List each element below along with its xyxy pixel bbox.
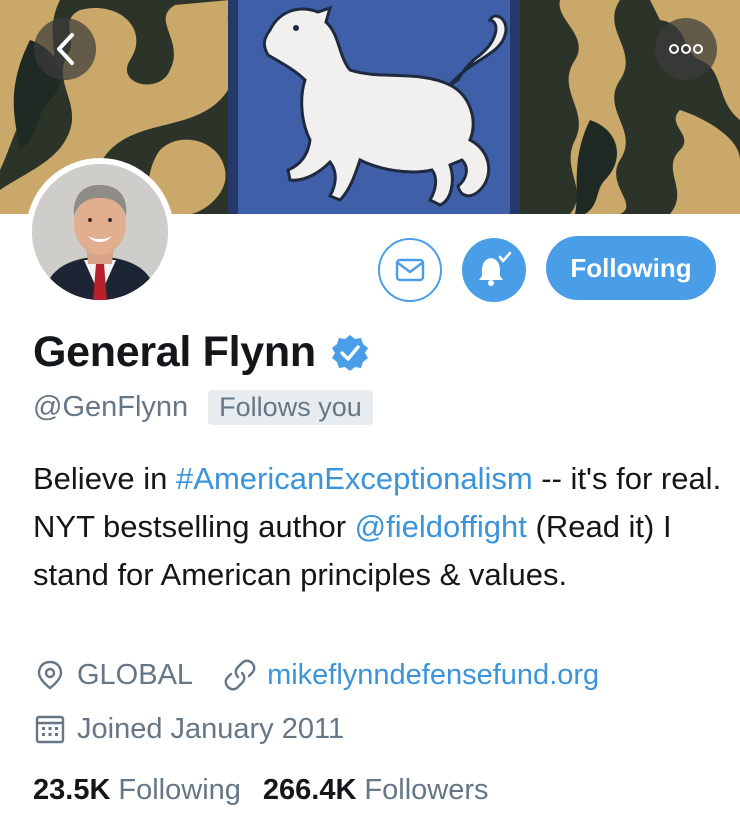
followers-count: 266.4K bbox=[262, 774, 357, 806]
joined-row: Joined January 2011 bbox=[33, 712, 344, 746]
handle-row: @GenFlynn Follows you bbox=[33, 390, 373, 425]
verified-badge-icon bbox=[331, 334, 368, 371]
bio-hashtag-link[interactable]: #AmericanExceptionalism bbox=[176, 461, 533, 496]
more-options-button[interactable] bbox=[655, 18, 717, 80]
back-button[interactable] bbox=[34, 18, 96, 80]
followers-label: Followers bbox=[364, 774, 489, 806]
profile-name: General Flynn bbox=[33, 328, 316, 376]
calendar-icon bbox=[33, 712, 67, 746]
avatar-photo bbox=[32, 164, 168, 300]
following-button[interactable]: Following bbox=[546, 236, 716, 300]
location-pin-icon bbox=[33, 658, 67, 692]
bio-text: Believe in bbox=[33, 461, 177, 496]
bio-mention-link[interactable]: @fieldoffight bbox=[355, 509, 527, 544]
link-icon bbox=[223, 658, 257, 692]
more-dots-icon bbox=[669, 44, 703, 54]
chevron-left-icon bbox=[57, 33, 74, 65]
follow-stats-row: 23.5K Following 266.4K Followers bbox=[33, 774, 489, 807]
envelope-icon bbox=[395, 258, 425, 282]
following-stat[interactable]: 23.5K Following bbox=[33, 774, 241, 807]
follows-you-badge: Follows you bbox=[208, 390, 373, 425]
joined-date-text: Joined January 2011 bbox=[77, 712, 345, 745]
website-link[interactable]: mikeflynndefensefund.org bbox=[267, 659, 599, 692]
location-text: GLOBAL bbox=[77, 658, 194, 691]
profile-avatar[interactable] bbox=[26, 158, 174, 306]
name-row: General Flynn bbox=[33, 328, 370, 377]
following-label: Following bbox=[118, 774, 241, 806]
profile-handle: @GenFlynn bbox=[33, 391, 189, 423]
location-website-row: GLOBAL mikeflynndefensefund.org bbox=[33, 658, 599, 692]
notifications-toggle-button[interactable] bbox=[462, 238, 526, 302]
followers-stat[interactable]: 266.4K Followers bbox=[263, 774, 489, 807]
bell-check-icon bbox=[479, 251, 512, 286]
profile-bio: Believe in #AmericanExceptionalism -- it… bbox=[33, 455, 723, 599]
direct-message-button[interactable] bbox=[378, 238, 442, 302]
following-count: 23.5K bbox=[33, 774, 111, 806]
